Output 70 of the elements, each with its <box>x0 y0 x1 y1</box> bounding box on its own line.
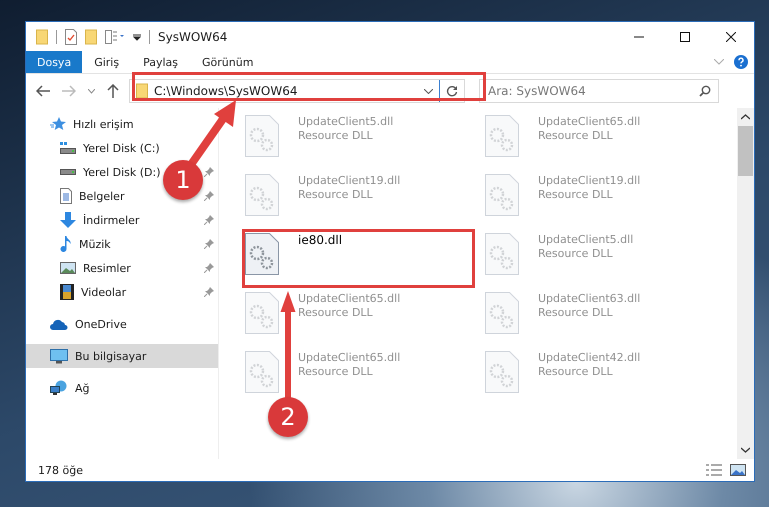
folder-icon <box>136 83 148 99</box>
forward-arrow-icon[interactable] <box>62 85 76 97</box>
picture-icon <box>60 262 76 274</box>
folder-icon[interactable] <box>85 28 97 44</box>
file-type: Resource DLL <box>538 306 614 319</box>
scrollbar-thumb[interactable] <box>738 126 753 176</box>
sidebar-item[interactable]: Bu bilgisayar <box>26 344 218 368</box>
sidebar-item[interactable]: Yerel Disk (D:) <box>60 166 161 178</box>
music-note-icon <box>60 236 72 252</box>
film-icon <box>60 284 74 300</box>
sidebar-item[interactable]: Yerel Disk (C:) <box>60 142 160 154</box>
window-title: SysWOW64 <box>158 30 228 44</box>
download-arrow-icon <box>60 212 76 228</box>
pin-icon[interactable] <box>204 263 214 273</box>
search-icon[interactable] <box>699 85 711 97</box>
file-type: Resource DLL <box>298 129 374 142</box>
sidebar-item[interactable]: Müzik <box>60 236 111 252</box>
scroll-down-icon[interactable] <box>741 447 750 453</box>
ribbon-tab[interactable]: Giriş <box>82 51 132 73</box>
search-field[interactable]: Ara: SysWOW64 <box>479 79 719 103</box>
ribbon-tab[interactable]: Paylaş <box>131 51 190 73</box>
file-type: Resource DLL <box>538 247 614 260</box>
sidebar-item[interactable]: OneDrive <box>26 312 218 336</box>
file-name[interactable]: ie80.dll <box>298 233 342 247</box>
scroll-up-icon[interactable] <box>741 114 750 120</box>
gear-file-icon[interactable] <box>245 233 279 275</box>
address-field[interactable]: C:\Windows\SysWOW64 <box>129 79 465 103</box>
properties-icon[interactable] <box>65 28 77 44</box>
drive-icon <box>60 169 76 175</box>
view-icon[interactable] <box>105 30 125 44</box>
expand-ribbon-icon[interactable] <box>714 59 724 65</box>
pin-icon[interactable] <box>204 191 214 201</box>
pin-icon[interactable] <box>204 239 214 249</box>
ribbon-tab[interactable]: Dosya <box>26 51 82 73</box>
file-type: Resource DLL <box>298 188 374 201</box>
sidebar-item[interactable]: İndirmeler <box>60 212 140 228</box>
minimize-icon[interactable] <box>634 36 644 38</box>
network-icon <box>50 380 68 396</box>
pin-icon[interactable] <box>204 215 214 225</box>
drive-icon <box>60 142 76 154</box>
file-type: Resource DLL <box>538 188 614 201</box>
file-type: Resource DLL <box>298 306 374 319</box>
folder-icon[interactable] <box>36 28 48 44</box>
sidebar-item[interactable]: Hızlı erişim <box>26 112 218 136</box>
document-icon <box>60 188 72 204</box>
pin-icon[interactable] <box>204 167 214 177</box>
file-type: Resource DLL <box>538 365 614 378</box>
refresh-icon[interactable] <box>446 85 458 97</box>
back-arrow-icon[interactable] <box>36 85 50 97</box>
close-icon[interactable] <box>726 32 736 42</box>
item-count: 178 öğe <box>38 464 83 476</box>
large-icons-view-icon[interactable] <box>730 464 746 476</box>
up-arrow-icon[interactable] <box>107 84 119 98</box>
cloud-icon <box>50 318 68 330</box>
ribbon-tab[interactable]: Görünüm <box>190 51 266 73</box>
computer-icon <box>50 348 68 364</box>
pin-icon[interactable] <box>204 287 214 297</box>
help-icon[interactable] <box>734 55 748 69</box>
maximize-icon[interactable] <box>680 32 690 42</box>
sidebar-item[interactable]: Belgeler <box>60 188 124 204</box>
file-type: Resource DLL <box>298 365 374 378</box>
caret-icon[interactable] <box>424 88 433 94</box>
scrollbar[interactable] <box>737 108 754 459</box>
star-icon <box>50 117 66 131</box>
details-view-icon[interactable] <box>706 464 722 476</box>
caret-icon[interactable] <box>133 32 141 42</box>
sidebar-item[interactable]: Videolar <box>60 284 126 300</box>
sidebar-item[interactable]: Resimler <box>60 262 131 274</box>
sidebar-item[interactable]: Ağ <box>26 376 218 400</box>
file-type: Resource DLL <box>538 129 614 142</box>
